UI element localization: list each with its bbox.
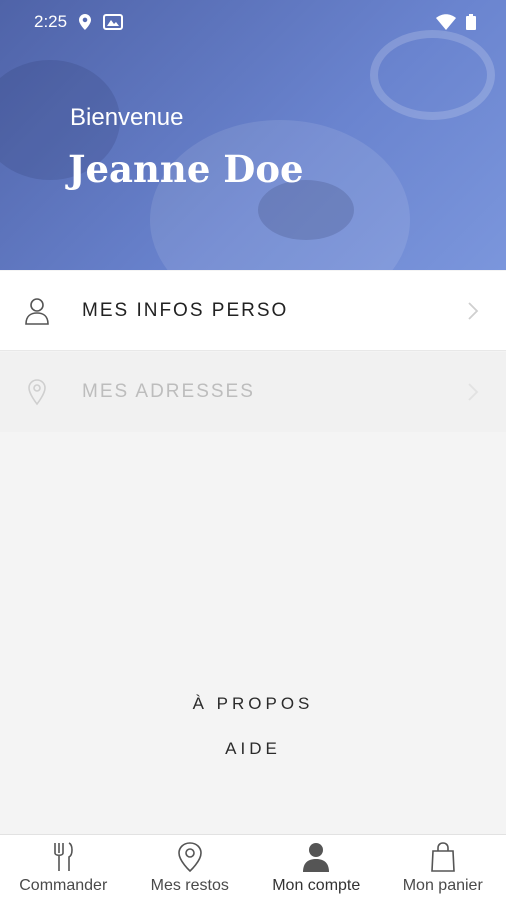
nav-label: Mon panier bbox=[402, 877, 483, 894]
nav-label: Mes restos bbox=[150, 877, 229, 894]
nav-label: Mon compte bbox=[272, 877, 361, 894]
about-link[interactable]: À PROPOS bbox=[0, 694, 506, 714]
wifi-icon bbox=[436, 14, 456, 30]
location-status-icon bbox=[79, 14, 92, 30]
person-icon bbox=[25, 298, 49, 325]
battery-icon bbox=[466, 14, 476, 30]
fork-knife-icon bbox=[54, 842, 74, 871]
status-bar: 2:25 bbox=[0, 0, 506, 44]
nav-mon-compte[interactable]: Mon compte bbox=[253, 835, 380, 900]
status-time: 2:25 bbox=[34, 12, 68, 31]
welcome-text: Bienvenue bbox=[70, 104, 184, 131]
nav-label: Commander bbox=[19, 877, 108, 894]
location-pin-icon bbox=[28, 379, 46, 406]
menu-item-label: MES ADRESSES bbox=[82, 381, 255, 402]
account-icon bbox=[303, 843, 330, 872]
map-pin-icon bbox=[177, 842, 202, 873]
menu-item-addresses[interactable]: MES ADRESSES bbox=[0, 352, 506, 432]
bottom-navigation: Commander Mes restos Mon compte Mon pani… bbox=[0, 834, 506, 900]
header-banner: 2:25 Bienvenue Jeanne Doe bbox=[0, 0, 506, 270]
chevron-right-icon bbox=[468, 302, 479, 320]
help-link[interactable]: AIDE bbox=[0, 739, 506, 759]
menu-item-label: MES INFOS PERSO bbox=[82, 300, 289, 321]
nav-commander[interactable]: Commander bbox=[0, 835, 127, 900]
menu-item-personal-info[interactable]: MES INFOS PERSO bbox=[0, 271, 506, 351]
shopping-bag-icon bbox=[430, 842, 455, 872]
user-name: Jeanne Doe bbox=[68, 147, 304, 191]
nav-mon-panier[interactable]: Mon panier bbox=[380, 835, 506, 900]
chevron-right-icon bbox=[468, 383, 479, 401]
gallery-status-icon bbox=[103, 14, 124, 30]
nav-mes-restos[interactable]: Mes restos bbox=[127, 835, 254, 900]
